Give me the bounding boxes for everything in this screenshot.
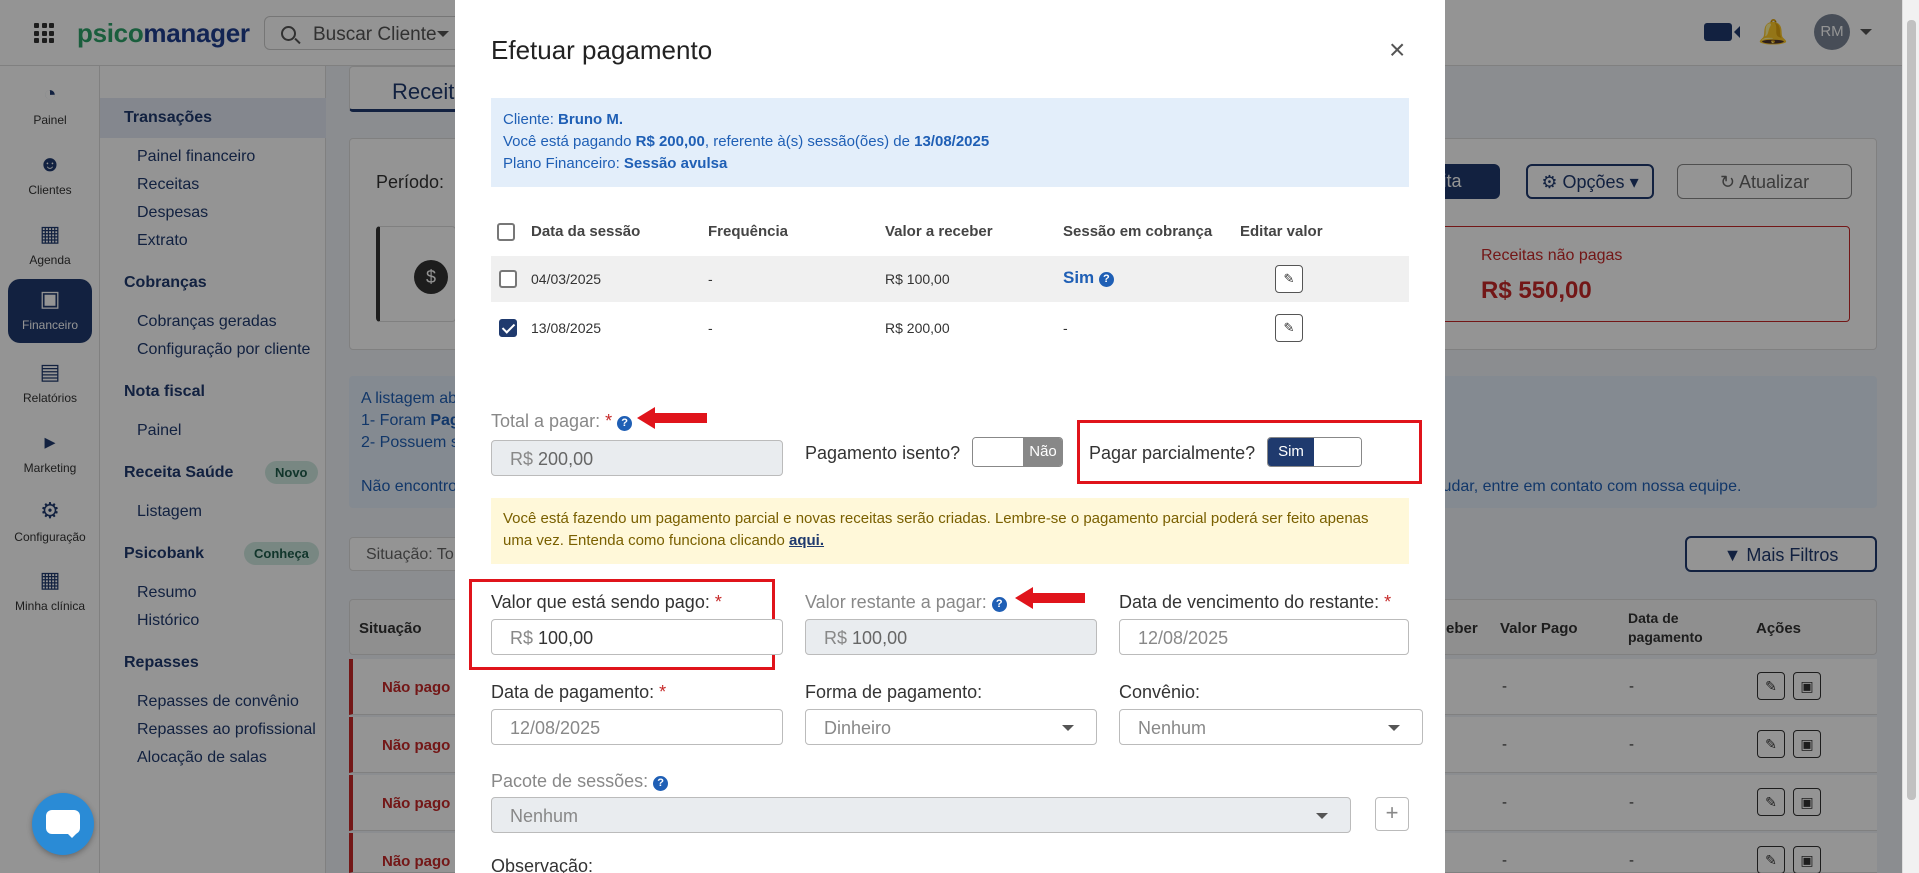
red-arrow-icon — [637, 407, 707, 429]
restante-label: Valor restante a pagar: ? — [805, 592, 1007, 613]
help-icon[interactable]: ? — [617, 416, 633, 431]
session-cobranca: Sim ? — [1063, 268, 1114, 288]
session-row[interactable]: 04/03/2025 - R$ 100,00 Sim ? ✎ — [491, 256, 1409, 302]
session-checkbox[interactable] — [499, 319, 517, 337]
session-date: 04/03/2025 — [531, 271, 602, 287]
session-cobranca: - — [1063, 320, 1068, 336]
session-value: R$ 200,00 — [885, 320, 950, 336]
scrollbar-thumb[interactable] — [1907, 20, 1916, 800]
data-pagamento-input[interactable]: 12/08/2025 — [491, 709, 783, 745]
session-frequency: - — [708, 271, 713, 287]
vencimento-label: Data de vencimento do restante: * — [1119, 592, 1392, 612]
data-pagamento-label: Data de pagamento: * — [491, 682, 667, 702]
pacote-select: Nenhum — [491, 797, 1351, 833]
page-scrollbar[interactable] — [1902, 0, 1919, 873]
help-icon[interactable]: ? — [991, 597, 1007, 612]
modal-title: Efetuar pagamento — [491, 35, 713, 65]
add-pacote-button[interactable]: + — [1375, 797, 1409, 831]
chevron-down-icon — [1388, 725, 1400, 737]
toggle-knob — [973, 438, 1023, 466]
th-sessao-cobranca: Sessão em cobrança — [1063, 223, 1213, 240]
th-editar-valor: Editar valor — [1240, 223, 1323, 240]
red-arrow-icon — [1015, 587, 1085, 609]
toggle-knob — [1314, 438, 1361, 466]
session-value: R$ 100,00 — [885, 271, 950, 287]
session-checkbox[interactable] — [499, 270, 517, 288]
partial-warning: Você está fazendo um pagamento parcial e… — [491, 498, 1409, 564]
info-pagando: Você está pagando R$ 200,00, referente à… — [503, 133, 990, 150]
session-date: 13/08/2025 — [531, 320, 602, 336]
parcial-toggle[interactable]: Sim — [1267, 437, 1362, 467]
info-cliente: Cliente: Bruno M. — [503, 111, 624, 128]
isento-value: Não — [1023, 438, 1062, 466]
parcial-value: Sim — [1268, 438, 1314, 466]
observacao-label: Observação: — [491, 856, 594, 873]
aqui-link[interactable]: aqui. — [789, 532, 824, 549]
payment-modal: Efetuar pagamento × Cliente: Bruno M. Vo… — [455, 0, 1445, 873]
help-icon[interactable]: ? — [1098, 272, 1114, 287]
th-valor-receber: Valor a receber — [885, 223, 993, 240]
chat-bubble-icon — [46, 810, 80, 838]
close-icon[interactable]: × — [1389, 34, 1405, 66]
session-row[interactable]: 13/08/2025 - R$ 200,00 - ✎ — [491, 305, 1409, 351]
forma-select[interactable]: Dinheiro — [805, 709, 1097, 745]
edit-value-icon[interactable]: ✎ — [1275, 314, 1303, 342]
convenio-label: Convênio: — [1119, 682, 1201, 702]
chevron-down-icon — [1316, 813, 1328, 825]
forma-label: Forma de pagamento: — [805, 682, 983, 702]
app-root: psicomanager Buscar Cliente 🔔 RM ◔ Painel… — [0, 0, 1919, 873]
total-label: Total a pagar: * ? — [491, 411, 633, 432]
th-data-sessao: Data da sessão — [531, 223, 641, 240]
select-all-checkbox[interactable] — [497, 223, 515, 241]
total-input: R$ 200,00 — [491, 440, 783, 476]
convenio-select[interactable]: Nenhum — [1119, 709, 1423, 745]
chevron-down-icon — [1062, 725, 1074, 737]
pacote-label: Pacote de sessões: ? — [491, 771, 669, 792]
payment-info-box: Cliente: Bruno M. Você está pagando R$ 2… — [491, 98, 1409, 187]
chat-widget-button[interactable] — [32, 793, 94, 855]
valor-pago-input[interactable]: R$ 100,00 — [491, 619, 783, 655]
isento-label: Pagamento isento? — [805, 443, 961, 463]
help-icon[interactable]: ? — [653, 776, 669, 791]
valor-pago-label: Valor que está sendo pago: * — [491, 592, 722, 612]
session-frequency: - — [708, 320, 713, 336]
parcial-label: Pagar parcialmente? — [1089, 443, 1256, 463]
info-plano: Plano Financeiro: Sessão avulsa — [503, 155, 728, 172]
th-frequencia: Frequência — [708, 223, 789, 240]
restante-input: R$ 100,00 — [805, 619, 1097, 655]
vencimento-input[interactable]: 12/08/2025 — [1119, 619, 1409, 655]
isento-toggle[interactable]: Não — [972, 437, 1063, 467]
edit-value-icon[interactable]: ✎ — [1275, 265, 1303, 293]
